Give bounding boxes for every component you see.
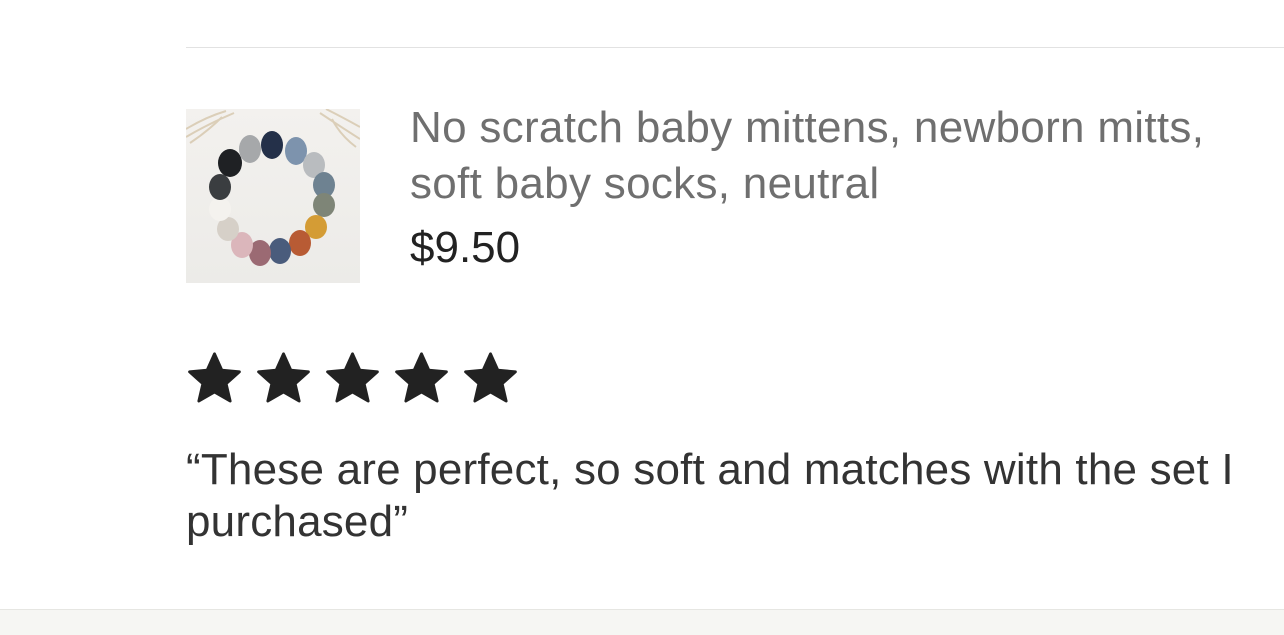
footer-bar	[0, 609, 1284, 635]
section-divider	[186, 47, 1284, 48]
listing-price: $9.50	[410, 223, 521, 272]
mittens-photo-icon	[186, 109, 360, 266]
star-icon	[326, 352, 379, 403]
listing-title[interactable]: No scratch baby mittens, newborn mitts, …	[410, 100, 1230, 212]
star-rating	[186, 350, 519, 407]
listing-thumbnail[interactable]	[186, 109, 360, 283]
star-icon	[464, 352, 517, 403]
star-icon	[188, 352, 241, 403]
star-icon	[257, 352, 310, 403]
star-icon	[395, 352, 448, 403]
review-text: “These are perfect, so soft and matches …	[186, 445, 1234, 546]
